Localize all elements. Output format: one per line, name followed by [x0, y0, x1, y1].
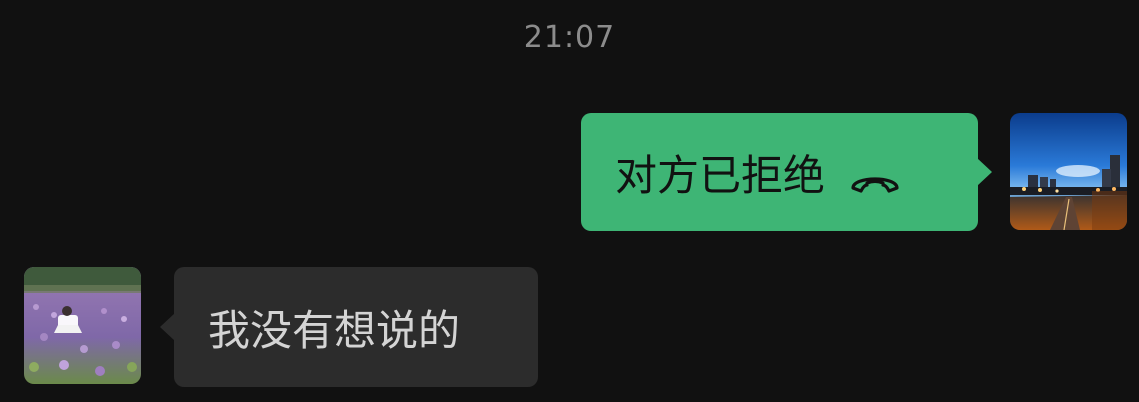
- contact-avatar[interactable]: [24, 267, 141, 384]
- received-message-bubble[interactable]: 我没有想说的: [160, 267, 538, 387]
- chat-window: 21:07 对方已拒绝 我没有想说的: [0, 0, 1139, 402]
- message-text: 我没有想说的: [208, 305, 461, 355]
- message-text: 对方已拒绝: [615, 150, 826, 200]
- call-rejected-message-bubble[interactable]: 对方已拒绝: [581, 113, 992, 231]
- message-timestamp: 21:07: [523, 20, 616, 55]
- self-avatar[interactable]: [1010, 113, 1127, 230]
- phone-hangup-icon: [847, 157, 903, 193]
